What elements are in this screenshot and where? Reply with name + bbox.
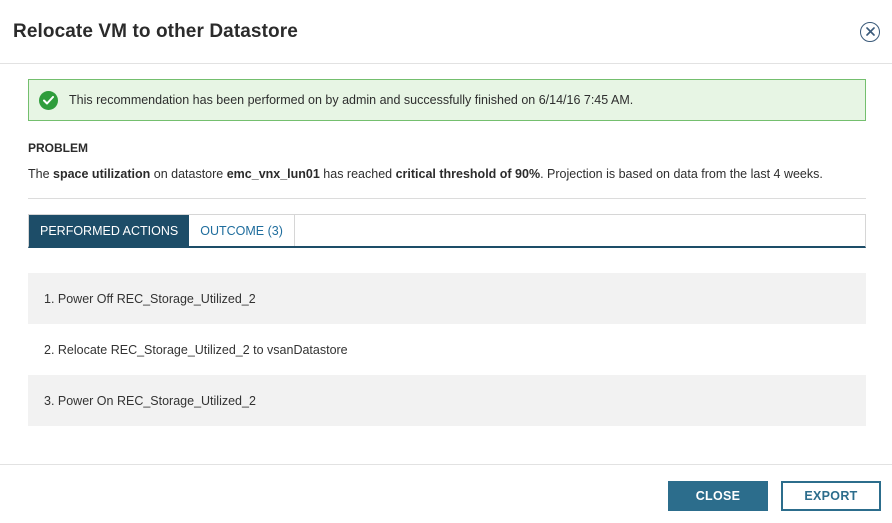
problem-heading: PROBLEM	[28, 141, 88, 155]
problem-text-part: The	[28, 167, 54, 181]
performed-actions-list: 1. Power Off REC_Storage_Utilized_2 2. R…	[28, 273, 866, 426]
relocate-vm-dialog: Relocate VM to other Datastore This reco…	[0, 0, 892, 523]
dialog-header: Relocate VM to other Datastore	[0, 0, 892, 64]
list-item: 2. Relocate REC_Storage_Utilized_2 to vs…	[44, 342, 348, 357]
dialog-body: This recommendation has been performed o…	[0, 64, 892, 426]
tab-outcome[interactable]: OUTCOME (3)	[189, 215, 295, 246]
close-x-glyph	[865, 27, 875, 36]
dialog-footer: CLOSE EXPORT	[0, 464, 892, 523]
problem-text-part: has reached	[319, 167, 396, 181]
problem-metric: space utilization	[53, 167, 151, 181]
success-banner: This recommendation has been performed o…	[28, 79, 866, 121]
problem-text-part: on datastore	[150, 167, 227, 181]
problem-description: The space utilization on datastore emc_v…	[28, 167, 866, 181]
tab-bar: PERFORMED ACTIONS OUTCOME (3)	[28, 214, 866, 248]
export-button[interactable]: EXPORT	[781, 481, 881, 511]
list-item: 1. Power Off REC_Storage_Utilized_2	[28, 273, 866, 324]
problem-datastore-name: emc_vnx_lun01	[226, 167, 320, 181]
close-x-icon[interactable]	[860, 21, 880, 42]
check-circle-icon	[39, 90, 58, 110]
close-button[interactable]: CLOSE	[668, 481, 768, 511]
tab-performed-actions[interactable]: PERFORMED ACTIONS	[29, 215, 190, 246]
dialog-title: Relocate VM to other Datastore	[13, 20, 298, 42]
success-message: This recommendation has been performed o…	[69, 93, 634, 107]
problem-text-part: . Projection is based on data from the l…	[540, 167, 823, 181]
section-divider	[28, 198, 866, 199]
problem-threshold: critical threshold of 90%	[395, 167, 541, 181]
list-item: 3. Power On REC_Storage_Utilized_2	[28, 375, 866, 426]
